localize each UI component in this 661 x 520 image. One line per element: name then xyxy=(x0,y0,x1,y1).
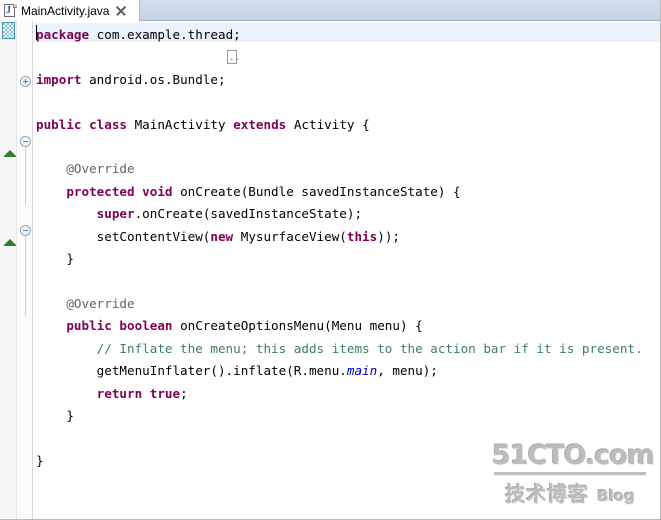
watermark-subtitle-row: 技术博客 Blog xyxy=(492,478,648,507)
code-token: return true xyxy=(96,385,181,401)
code-token: @Override xyxy=(36,295,135,311)
code-token: main xyxy=(346,363,378,379)
code-token: extends xyxy=(233,116,294,132)
java-file-icon: J xyxy=(3,3,18,18)
source-code[interactable]: package com.example.thread; import andro… xyxy=(34,21,643,472)
code-token: Activity { xyxy=(293,116,370,132)
code-token: package xyxy=(36,27,97,42)
code-token: // Inflate the menu; this adds items to … xyxy=(36,340,643,356)
watermark-blog-text: Blog xyxy=(597,487,635,505)
close-icon[interactable] xyxy=(115,4,127,17)
watermark-chinese-text: 技术博客 xyxy=(505,482,590,506)
watermark: 51CTO.com 技术博客 Blog xyxy=(492,440,655,507)
tab-mainactivity-java[interactable]: J MainActivity.java xyxy=(0,0,140,21)
checkered-overview-marker-icon[interactable] xyxy=(2,22,15,39)
code-token: onCreate(Bundle savedInstanceState) { xyxy=(180,183,461,199)
code-token: } xyxy=(36,251,74,267)
tab-label: MainActivity.java xyxy=(21,3,110,18)
code-token: super xyxy=(96,206,135,222)
code-token: setContentView( xyxy=(36,228,211,244)
code-token: MainActivity xyxy=(134,116,234,132)
code-token: import xyxy=(36,71,90,87)
code-token: } xyxy=(36,407,74,423)
fold-range-line-oncreateoptionsmenu xyxy=(25,236,26,316)
editor-tab-bar: J MainActivity.java xyxy=(0,0,660,21)
code-token: protected void xyxy=(36,183,181,199)
watermark-divider xyxy=(494,472,646,475)
code-token: , menu); xyxy=(377,363,438,379)
code-token: onCreateOptionsMenu(Menu menu) { xyxy=(180,318,423,334)
folding-ruler[interactable] xyxy=(18,21,33,519)
fold-collapse-oncreate-icon[interactable] xyxy=(20,136,31,147)
override-marker-oncreateoptionsmenu-icon[interactable] xyxy=(4,239,16,246)
collapsed-import-dots: .. xyxy=(229,53,240,63)
code-token: this xyxy=(346,228,378,244)
fold-range-line-oncreate xyxy=(25,147,26,205)
fold-expand-imports-icon[interactable] xyxy=(20,76,31,87)
code-token: new xyxy=(210,228,241,244)
fold-collapse-oncreateoptionsmenu-icon[interactable] xyxy=(20,225,31,236)
code-token: } xyxy=(36,452,44,468)
code-token: .onCreate(savedInstanceState); xyxy=(134,206,363,222)
code-token: getMenuInflater().inflate(R.menu. xyxy=(36,363,347,379)
annotation-ruler[interactable] xyxy=(0,21,17,519)
collapsed-import-placeholder[interactable]: .. xyxy=(227,50,240,64)
code-token: public boolean xyxy=(36,318,181,334)
code-token: public class xyxy=(36,116,135,132)
code-token: ; xyxy=(180,385,188,401)
watermark-site-name: 51CTO.com xyxy=(492,440,655,471)
java-editor-window: J MainActivity.java package com.example.… xyxy=(0,0,661,520)
code-token: @Override xyxy=(36,161,135,177)
override-marker-oncreate-icon[interactable] xyxy=(4,150,16,157)
code-token: android.os.Bundle; xyxy=(89,71,226,87)
code-token: )); xyxy=(377,228,400,244)
code-token: com.example.thread; xyxy=(96,27,241,42)
code-token: MysurfaceView( xyxy=(240,228,347,244)
